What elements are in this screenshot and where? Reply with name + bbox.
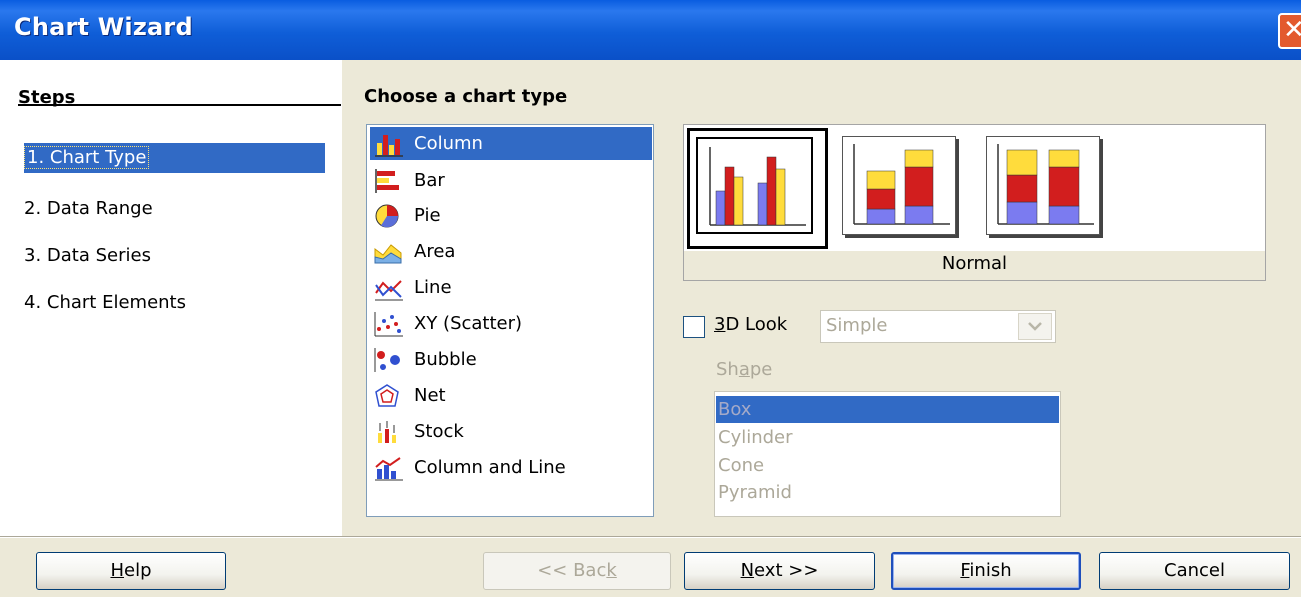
- close-icon: ✕: [1283, 15, 1301, 45]
- dropdown-button[interactable]: [1018, 313, 1052, 340]
- shape-option-box[interactable]: Box: [716, 396, 1059, 423]
- steps-divider: [18, 104, 341, 106]
- chevron-down-icon: [1028, 322, 1042, 331]
- step-data-series[interactable]: 3. Data Series: [24, 241, 151, 271]
- finish-button[interactable]: Finish: [891, 552, 1081, 590]
- percent-stacked-column-variant-icon: [997, 144, 1094, 225]
- shape-label: Shape: [716, 359, 773, 380]
- variant-percent-stacked[interactable]: [986, 136, 1104, 239]
- chart-type-label: Bubble: [414, 349, 477, 370]
- chart-type-bar[interactable]: Bar: [370, 164, 652, 197]
- 3d-look-checkbox[interactable]: [683, 316, 705, 338]
- column-chart-icon: [375, 135, 403, 157]
- bar-chart-icon: [375, 169, 399, 193]
- back-button[interactable]: << Back: [483, 552, 671, 590]
- line-chart-icon: [375, 280, 403, 301]
- close-button[interactable]: ✕: [1278, 13, 1301, 49]
- footer-divider-highlight: [0, 537, 1301, 538]
- step-chart-type[interactable]: 1. Chart Type: [24, 143, 325, 173]
- area-chart-icon: [374, 244, 402, 264]
- chart-type-column-and-line[interactable]: Column and Line: [370, 451, 652, 484]
- variant-normal[interactable]: [687, 128, 828, 249]
- chart-type-label: Column and Line: [414, 457, 566, 478]
- step-chart-elements[interactable]: 4. Chart Elements: [24, 288, 186, 318]
- chart-type-label: XY (Scatter): [414, 313, 523, 334]
- chart-type-label: Bar: [414, 170, 445, 191]
- chart-type-label: Column: [414, 133, 483, 154]
- pie-chart-icon: [375, 204, 399, 228]
- title-bar: [0, 0, 1301, 60]
- normal-column-variant-icon: [709, 147, 806, 226]
- chart-type-label: Net: [414, 385, 446, 406]
- chart-type-line[interactable]: Line: [370, 271, 652, 304]
- chart-type-label: Line: [414, 277, 452, 298]
- next-button[interactable]: Next >>: [684, 552, 875, 590]
- chart-type-stock[interactable]: Stock: [370, 415, 652, 448]
- chart-type-bubble[interactable]: Bubble: [370, 343, 652, 376]
- chart-type-xy-scatter[interactable]: XY (Scatter): [370, 307, 652, 340]
- stacked-column-variant-icon: [853, 144, 950, 225]
- chart-type-heading: Choose a chart type: [364, 86, 568, 107]
- cancel-button[interactable]: Cancel: [1099, 552, 1290, 590]
- help-button[interactable]: Help: [36, 552, 226, 590]
- chart-type-net[interactable]: Net: [370, 379, 652, 412]
- variant-stacked[interactable]: [842, 136, 960, 239]
- step-data-range[interactable]: 2. Data Range: [24, 194, 153, 224]
- stock-chart-icon: [378, 421, 396, 443]
- chart-type-label: Stock: [414, 421, 464, 442]
- step-label: 1. Chart Type: [24, 146, 150, 169]
- 3d-scheme-value: Simple: [826, 315, 888, 336]
- variant-label: Normal: [941, 253, 1008, 274]
- chart-type-area[interactable]: Area: [370, 235, 652, 268]
- column-and-line-chart-icon: [375, 457, 403, 481]
- chart-type-column[interactable]: Column: [370, 127, 652, 160]
- shape-option-cylinder[interactable]: Cylinder: [716, 424, 1059, 451]
- bubble-chart-icon: [374, 348, 400, 372]
- shape-option-cone[interactable]: Cone: [716, 452, 1059, 479]
- chart-type-label: Pie: [414, 205, 441, 226]
- shape-option-pyramid[interactable]: Pyramid: [716, 479, 1059, 506]
- net-chart-icon: [375, 384, 399, 407]
- 3d-look-label[interactable]: 3D Look: [714, 314, 787, 335]
- window-title: Chart Wizard: [14, 13, 193, 41]
- scatter-chart-icon: [374, 312, 403, 337]
- chart-type-label: Area: [414, 241, 456, 262]
- chart-type-pie[interactable]: Pie: [370, 199, 652, 232]
